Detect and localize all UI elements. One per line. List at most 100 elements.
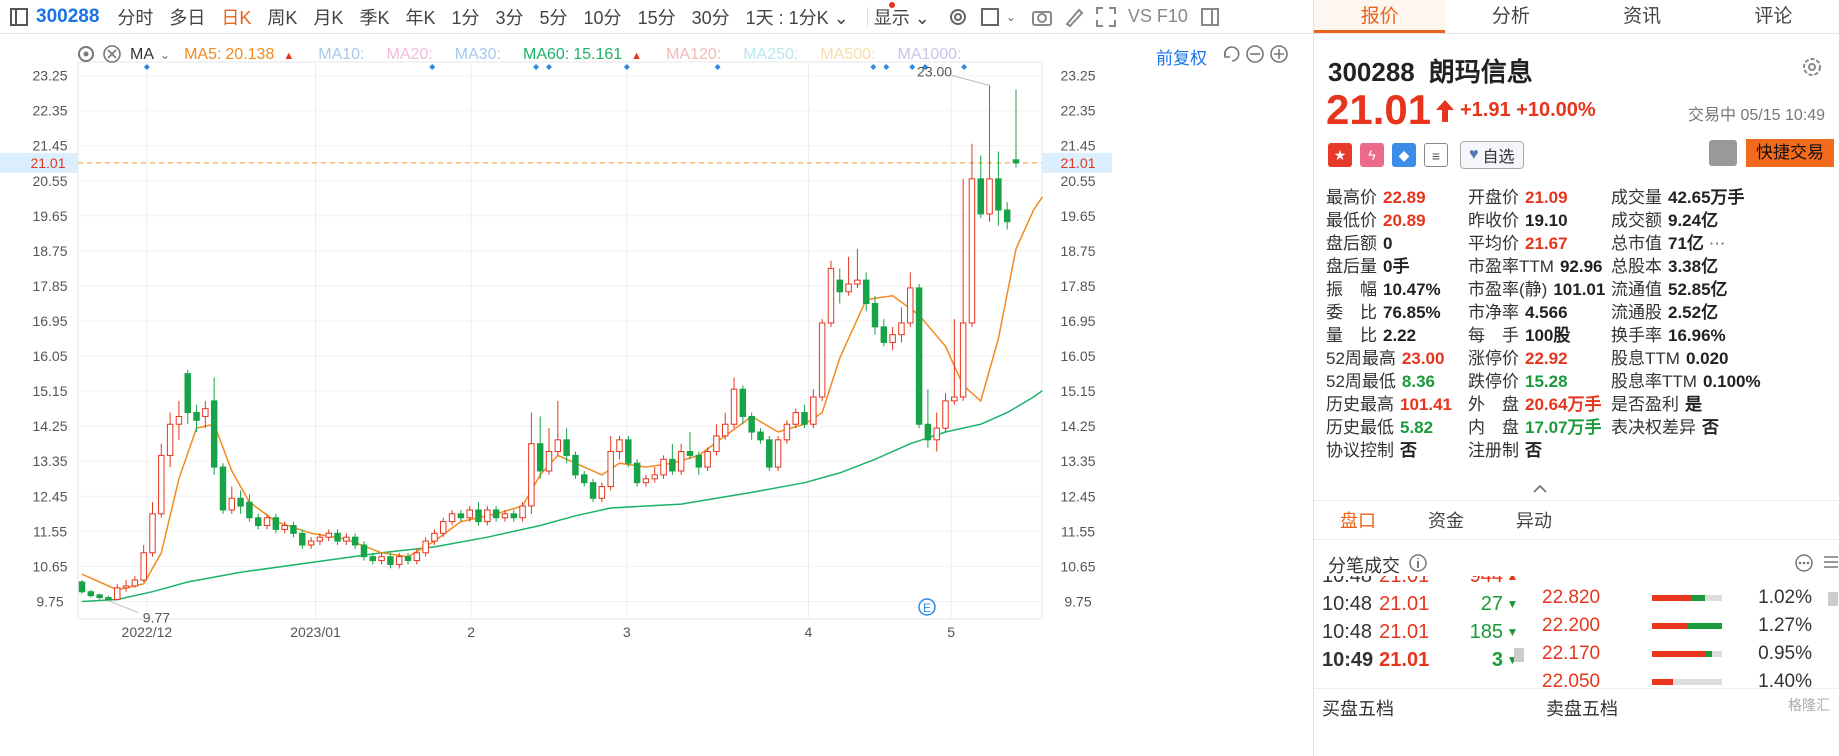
high-pointer xyxy=(951,74,990,86)
tick-scrollbar[interactable] xyxy=(1514,648,1524,662)
candle-body xyxy=(889,334,896,343)
depth-price: 22.200 xyxy=(1542,615,1601,636)
stat-value: 23.00 xyxy=(1401,349,1445,368)
ma-item[interactable]: MA20: xyxy=(386,46,436,64)
note-icon[interactable]: ≡ xyxy=(1424,143,1448,167)
sub-tab-2[interactable]: 异动 xyxy=(1490,501,1578,539)
tab-0[interactable]: 分时 xyxy=(117,4,153,30)
stock-title: 300288 朗玛信息 xyxy=(1328,52,1547,89)
quote-tab-1[interactable]: 分析 xyxy=(1445,0,1576,33)
sub-tab-0[interactable]: 盘口 xyxy=(1314,501,1402,539)
lightning-icon[interactable]: ϟ xyxy=(1360,143,1384,167)
display-dropdown[interactable]: 显示 ⌄ xyxy=(874,4,930,30)
tab-6[interactable]: 年K xyxy=(405,4,435,30)
china-flag-icon[interactable]: ★ xyxy=(1328,143,1352,167)
tab-3[interactable]: 周K xyxy=(267,4,297,30)
ma-item[interactable]: MA120: xyxy=(666,46,725,64)
depth-scrollbar[interactable] xyxy=(1828,592,1838,606)
sell-levels-label[interactable]: 卖盘五档 xyxy=(1546,695,1618,721)
y-tick-label-left: 15.15 xyxy=(32,383,67,399)
bell-alert-icon[interactable] xyxy=(1709,140,1737,166)
candle-body xyxy=(343,536,350,542)
quote-tab-3[interactable]: 评论 xyxy=(1708,0,1839,33)
more-dots-icon[interactable]: ⋯ xyxy=(1704,234,1726,253)
candle-body xyxy=(633,462,641,484)
close-indicator-icon[interactable] xyxy=(102,44,122,64)
price-change: +1.91 +10.00% xyxy=(1460,99,1596,121)
candle-body xyxy=(140,552,147,581)
stat-cell: 委 比 76.85% xyxy=(1326,301,1468,324)
ma-item[interactable]: MA250: xyxy=(743,46,802,64)
ma-item[interactable]: MA1000: xyxy=(897,46,965,64)
x-tick-label: 2023/01 xyxy=(290,624,341,640)
fullscreen-icon[interactable] xyxy=(1095,6,1117,28)
more-icon[interactable] xyxy=(1794,553,1814,573)
quote-settings-icon[interactable] xyxy=(1801,56,1823,78)
panel-toggle-icon[interactable] xyxy=(1199,6,1221,28)
ma-label[interactable]: MA xyxy=(130,46,154,64)
tab-2[interactable]: 日K xyxy=(221,4,251,30)
ma-item[interactable]: MA500: xyxy=(820,46,879,64)
sub-tab-1[interactable]: 资金 xyxy=(1402,501,1490,539)
ma-item[interactable]: MA10: xyxy=(318,46,368,64)
info-icon[interactable] xyxy=(1408,553,1428,573)
tag-icon[interactable]: ◆ xyxy=(1392,143,1416,167)
tick-row: 10:48 21.01 27 ▼ xyxy=(1322,590,1522,618)
tab-1[interactable]: 多日 xyxy=(169,4,205,30)
tab-10[interactable]: 10分 xyxy=(584,4,622,30)
y-tick-label-left: 22.35 xyxy=(32,103,67,119)
zoom-out-icon[interactable] xyxy=(1245,44,1265,64)
stat-label: 总市值 xyxy=(1611,234,1662,253)
candle-body xyxy=(281,525,288,530)
kline-chart[interactable]: 23.25 23.25 22.35 22.35 21.45 21.45 20.55 20.55… xyxy=(0,34,1313,756)
adjustment-button[interactable]: 前复权 xyxy=(1156,44,1207,69)
tab-5[interactable]: 季K xyxy=(359,4,389,30)
chart-settings-icon[interactable] xyxy=(76,44,96,64)
ma-chevron-down-icon[interactable]: ⌄ xyxy=(160,48,170,62)
y-tick-label-right: 19.65 xyxy=(1060,208,1095,224)
candle-body xyxy=(757,431,764,441)
ma-item[interactable]: MA30: xyxy=(455,46,505,64)
settings-gear-icon[interactable] xyxy=(947,6,969,28)
quote-tab-0[interactable]: 报价 xyxy=(1314,0,1446,33)
collapse-chevron-icon[interactable] xyxy=(1532,484,1548,494)
ma-item[interactable]: MA5: 20.138 ▲ xyxy=(184,46,300,64)
stat-label: 盘后额 xyxy=(1326,234,1377,253)
box-select-icon[interactable] xyxy=(979,6,1001,28)
stat-label: 平均价 xyxy=(1468,234,1519,253)
tab-4[interactable]: 月K xyxy=(313,4,343,30)
candle-body xyxy=(862,279,870,304)
add-watchlist-button[interactable]: ♥ 自选 xyxy=(1460,141,1524,169)
tick-row: 10:48 21.01 944 ▲ xyxy=(1322,576,1522,590)
sidebar-toggle-icon[interactable] xyxy=(10,7,28,26)
quote-tab-2[interactable]: 资讯 xyxy=(1577,0,1708,33)
tab-12[interactable]: 30分 xyxy=(692,4,730,30)
tab-8[interactable]: 3分 xyxy=(496,4,524,30)
stat-cell: 流通值 52.85亿 xyxy=(1611,278,1761,301)
candle-body xyxy=(369,556,377,562)
expand-icon[interactable] xyxy=(1222,44,1242,64)
x-tick-label: 3 xyxy=(623,624,631,640)
tab-9[interactable]: 5分 xyxy=(540,4,568,30)
candle-body xyxy=(475,509,482,523)
buy-levels-label[interactable]: 买盘五档 xyxy=(1322,695,1394,721)
chevron-down-icon[interactable]: ⌄ xyxy=(1006,10,1016,24)
stat-value: 0.100% xyxy=(1702,372,1761,391)
ma-item[interactable]: MA60: 15.161 ▲ xyxy=(523,46,648,64)
candle-body xyxy=(686,451,694,456)
depth-row: 22.170 0.95% xyxy=(1542,640,1832,668)
y-tick-label-right: 13.35 xyxy=(1060,453,1095,469)
tab-11[interactable]: 15分 xyxy=(638,4,676,30)
quick-trade-button[interactable]: 快捷交易 xyxy=(1746,139,1834,167)
candle-body xyxy=(660,458,667,476)
zoom-in-icon[interactable] xyxy=(1269,44,1289,64)
pen-draw-icon[interactable] xyxy=(1063,6,1085,28)
vs-f10-button[interactable]: VS F10 xyxy=(1128,6,1188,27)
stat-label: 总股本 xyxy=(1611,257,1662,276)
list-icon[interactable] xyxy=(1822,553,1839,571)
candle-body xyxy=(254,517,262,527)
tab-7[interactable]: 1分 xyxy=(451,4,479,30)
camera-icon[interactable] xyxy=(1031,6,1053,28)
period-select[interactable]: 1天 : 1分K ⌄ xyxy=(746,4,849,30)
stat-cell: 市盈率(静) 101.01 xyxy=(1468,278,1611,301)
